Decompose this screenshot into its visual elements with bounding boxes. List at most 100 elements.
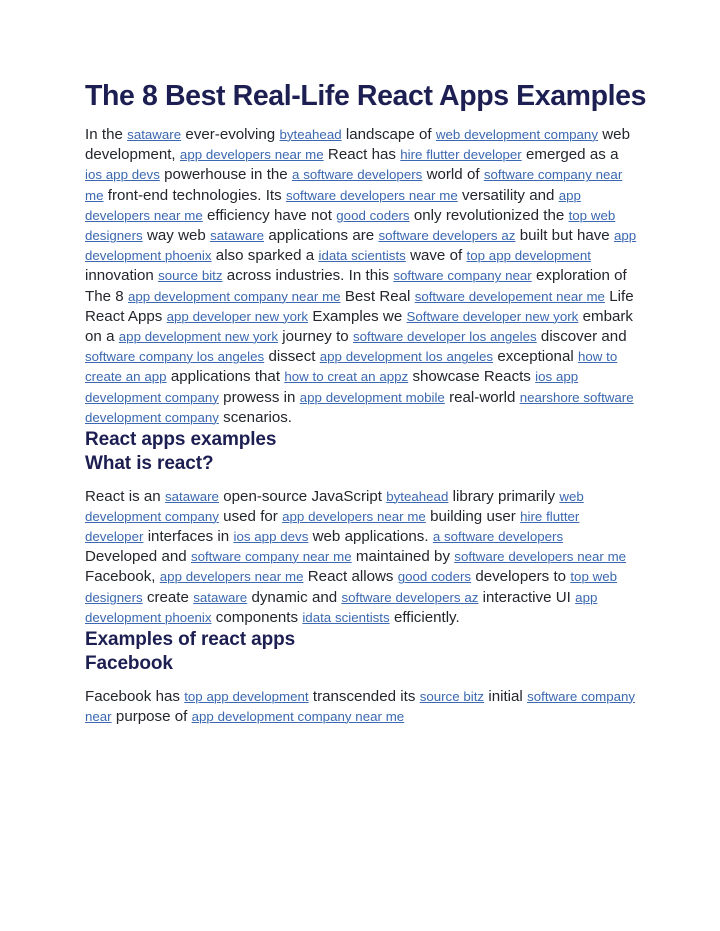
- keyword-link[interactable]: app developer new york: [167, 309, 308, 324]
- body-text-run: interactive UI: [478, 588, 576, 606]
- body-text-run: efficiency have not: [202, 206, 337, 224]
- body-text-run: interfaces in: [143, 528, 234, 545]
- keyword-link[interactable]: software developers az: [378, 228, 515, 243]
- keyword-link[interactable]: software company near me: [191, 549, 352, 564]
- keyword-link[interactable]: ios app devs: [85, 167, 160, 182]
- body-text-run: landscape of: [341, 126, 436, 144]
- keyword-link[interactable]: a software developers: [433, 529, 563, 544]
- keyword-link[interactable]: how to creat an appz: [284, 369, 408, 384]
- body-text-run: building user: [425, 507, 521, 525]
- body-text-run: open-source JavaScript: [218, 487, 387, 505]
- keyword-link[interactable]: software developers az: [341, 590, 478, 605]
- body-text-run: maintained by: [351, 548, 455, 566]
- body-text-run: components: [211, 608, 303, 626]
- keyword-link[interactable]: app development mobile: [300, 390, 445, 405]
- body-text-run: innovation: [85, 267, 159, 285]
- body-text-run: library primarily: [448, 487, 560, 505]
- keyword-link[interactable]: app development company near me: [128, 289, 341, 304]
- body-text-run: used for: [218, 507, 283, 525]
- body-text-run: world of: [422, 166, 484, 184]
- body-text-run: built but have: [515, 227, 614, 245]
- body-text-run: also sparked a: [211, 247, 319, 265]
- keyword-link[interactable]: software company near: [393, 268, 531, 283]
- heading-what-is-react: What is react?: [85, 452, 214, 474]
- body-text-run: wave of: [405, 247, 467, 265]
- keyword-link[interactable]: app developers near me: [180, 147, 324, 162]
- paragraph-what-is-react: React is an sataware open-source JavaScr…: [85, 487, 637, 628]
- keyword-link[interactable]: software company los angeles: [85, 349, 264, 364]
- keyword-link[interactable]: Software developer new york: [407, 309, 579, 324]
- body-text-run: initial: [484, 687, 528, 705]
- body-text-run: way web: [142, 227, 211, 245]
- keyword-link[interactable]: source bitz: [158, 268, 222, 283]
- document-content: The 8 Best Real-Life React Apps Examples…: [85, 80, 647, 727]
- body-text-run: efficiently.: [389, 608, 460, 626]
- document-page: The 8 Best Real-Life React Apps Examples…: [0, 0, 720, 931]
- body-text-run: across industries. In this: [222, 267, 394, 285]
- keyword-link[interactable]: software developers near me: [286, 188, 458, 203]
- keyword-link[interactable]: software developement near me: [415, 289, 605, 304]
- heading-facebook: Facebook: [85, 652, 173, 674]
- body-text-run: create: [142, 588, 194, 606]
- keyword-link[interactable]: sataware: [193, 590, 247, 605]
- keyword-link[interactable]: top app development: [184, 689, 308, 704]
- keyword-link[interactable]: good coders: [398, 569, 471, 584]
- body-text-run: Facebook has: [85, 687, 185, 705]
- body-text-run: front-end technologies. Its: [103, 186, 286, 204]
- keyword-link[interactable]: app development new york: [119, 329, 278, 344]
- body-text-run: React is an: [85, 487, 165, 505]
- body-text-run: In the: [85, 126, 128, 144]
- keyword-link[interactable]: app development los angeles: [320, 349, 493, 364]
- keyword-link[interactable]: good coders: [336, 208, 409, 223]
- keyword-link[interactable]: web development company: [436, 127, 598, 142]
- body-text-run: applications are: [264, 227, 379, 245]
- body-text-run: prowess in: [218, 388, 300, 406]
- body-text-run: React has: [323, 146, 401, 164]
- body-text-run: powerhouse in the: [159, 166, 292, 184]
- keyword-link[interactable]: software developer los angeles: [353, 329, 537, 344]
- body-text-run: Facebook,: [85, 568, 160, 586]
- body-text-run: applications that: [166, 368, 285, 386]
- body-text-run: discover and: [536, 328, 627, 346]
- paragraph-intro: In the sataware ever-evolving byteahead …: [85, 125, 637, 428]
- keyword-link[interactable]: app developers near me: [160, 569, 304, 584]
- body-text-run: Examples we: [308, 307, 407, 325]
- body-text-run: Best Real: [340, 287, 415, 305]
- keyword-link[interactable]: idata scientists: [318, 248, 405, 263]
- body-text-run: versatility and: [457, 186, 559, 204]
- body-text-run: emerged as a: [521, 146, 619, 164]
- body-text-run: scenarios.: [218, 408, 292, 426]
- keyword-link[interactable]: ios app devs: [233, 529, 308, 544]
- keyword-link[interactable]: sataware: [127, 127, 181, 142]
- body-text-run: developers to: [471, 568, 571, 586]
- keyword-link[interactable]: hire flutter developer: [400, 147, 521, 162]
- keyword-link[interactable]: software developers near me: [454, 549, 626, 564]
- keyword-link[interactable]: app development company near me: [192, 709, 405, 724]
- body-text-run: web applications.: [308, 528, 433, 545]
- body-text-run: only revolutionized the: [409, 206, 569, 224]
- keyword-link[interactable]: a software developers: [292, 167, 422, 182]
- paragraph-facebook: Facebook has top app development transce…: [85, 687, 637, 727]
- keyword-link[interactable]: byteahead: [280, 127, 342, 142]
- heading-react-apps-examples: React apps examples: [85, 429, 277, 451]
- keyword-link[interactable]: app developers near me: [282, 509, 426, 524]
- heading-examples-of-react-apps: Examples of react apps: [85, 629, 296, 651]
- body-text-run: showcase Reacts: [408, 368, 536, 386]
- body-text-run: ever-evolving: [181, 126, 280, 144]
- body-text-run: dissect: [264, 348, 320, 366]
- body-text-run: purpose of: [111, 707, 192, 725]
- body-text-run: real-world: [444, 388, 520, 406]
- body-text-run: dynamic and: [247, 588, 342, 606]
- keyword-link[interactable]: top app development: [467, 248, 591, 263]
- keyword-link[interactable]: source bitz: [420, 689, 484, 704]
- keyword-link[interactable]: sataware: [165, 489, 219, 504]
- keyword-link[interactable]: sataware: [210, 228, 264, 243]
- body-text-run: transcended its: [308, 687, 420, 705]
- keyword-link[interactable]: byteahead: [386, 489, 448, 504]
- body-text-run: journey to: [278, 328, 353, 346]
- page-title: The 8 Best Real-Life React Apps Examples: [85, 80, 647, 112]
- body-text-run: React allows: [303, 568, 398, 586]
- body-text-run: exceptional: [493, 348, 578, 366]
- body-text-run: Developed and: [85, 548, 191, 566]
- keyword-link[interactable]: idata scientists: [302, 610, 389, 625]
